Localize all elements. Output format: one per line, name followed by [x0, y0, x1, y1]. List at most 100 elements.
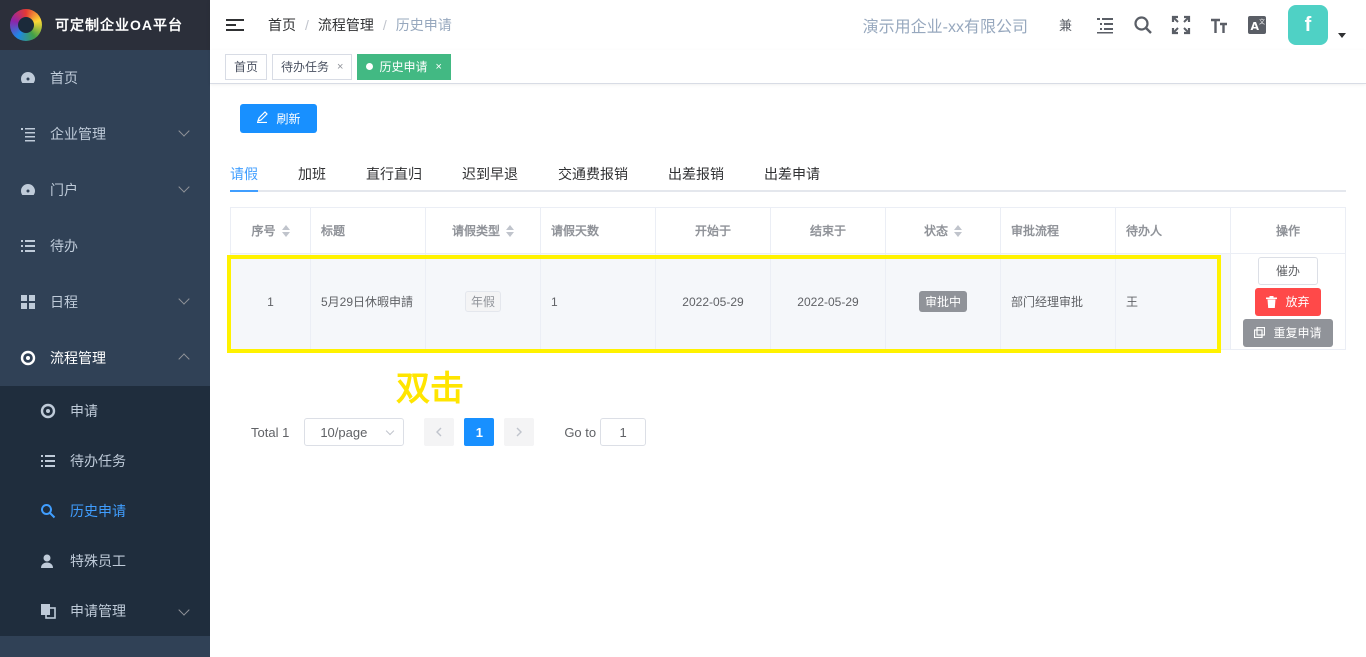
refresh-button[interactable]: 刷新: [240, 104, 317, 133]
cell-actions: 催办 放弃 重复申请: [1231, 254, 1345, 349]
company-name: 演示用企业-xx有限公司: [862, 19, 1028, 36]
hamburger-icon[interactable]: [226, 16, 244, 34]
breadcrumb-separator: /: [382, 17, 387, 33]
fullscreen-icon[interactable]: [1170, 14, 1192, 36]
chevron-down-icon: [178, 181, 190, 193]
abandon-button[interactable]: 放弃: [1255, 287, 1321, 316]
close-icon[interactable]: ×: [435, 61, 441, 73]
prev-page-button[interactable]: [424, 418, 455, 446]
app-title: 可定制企业OA平台: [55, 17, 183, 33]
tag-label: 历史申请: [379, 60, 428, 74]
tab-overtime[interactable]: 加班: [298, 164, 326, 184]
close-icon[interactable]: ×: [337, 61, 343, 73]
font-size-icon[interactable]: [1208, 14, 1230, 36]
history-table: 序号 标题 请假类型 请假天数 开始于 结束于 状态 审批流程 待办人 操作 1…: [230, 207, 1346, 350]
flow-submenu: 申请 待办任务 历史申请 特殊员工 申请管理: [0, 386, 210, 636]
sidebar-subitem-apply-management[interactable]: 申请管理: [0, 586, 210, 636]
pagination: Total 1 10/page 1 Go to 1: [251, 418, 647, 446]
tag-pending-tasks[interactable]: 待办任务 ×: [272, 53, 353, 80]
col-header[interactable]: 序号: [231, 208, 311, 254]
col-header-label: 开始于: [694, 224, 731, 238]
goto-input[interactable]: 1: [600, 418, 647, 446]
sidebar-subitem-history[interactable]: 历史申请: [0, 486, 210, 536]
sidebar-item-label: 门户: [50, 182, 78, 198]
col-header-label: 结束于: [809, 224, 846, 238]
sidebar-item-label: 流程管理: [50, 350, 106, 366]
sidebar-item-enterprise[interactable]: 企业管理: [0, 106, 210, 162]
sort-icon[interactable]: [281, 224, 290, 237]
trash-icon: [1266, 295, 1278, 308]
sidebar-item-todo[interactable]: 待办: [0, 218, 210, 274]
tag-label: 待办任务: [281, 60, 330, 74]
svg-text:文: 文: [1259, 18, 1265, 26]
page-number-button[interactable]: 1: [464, 418, 495, 446]
col-header-label: 序号: [251, 224, 276, 238]
list-icon: [20, 238, 36, 254]
flow-icon: [40, 403, 56, 419]
search-icon: [40, 503, 56, 519]
search-icon[interactable]: [1132, 14, 1154, 36]
copy-icon: [40, 603, 56, 619]
cell-index: 1: [231, 254, 311, 349]
tab-late-early[interactable]: 迟到早退: [462, 164, 518, 184]
sort-icon[interactable]: [506, 224, 514, 237]
tag-history[interactable]: 历史申请 ×: [357, 53, 451, 80]
avatar[interactable]: f: [1288, 5, 1328, 45]
dashboard-icon: [20, 70, 36, 86]
cell-status: 审批中: [886, 254, 1001, 349]
caret-down-icon[interactable]: [1338, 32, 1346, 38]
user-icon: [40, 553, 56, 569]
col-header: 请假天数: [541, 208, 656, 254]
sidebar-subitem-apply[interactable]: 申请: [0, 386, 210, 436]
breadcrumb-item-current: 历史申请: [395, 17, 452, 33]
edit-icon: [256, 111, 269, 126]
cell-type: 年假: [426, 254, 541, 349]
breadcrumb-item[interactable]: 流程管理: [318, 15, 374, 35]
page-size-value: 10/page: [320, 424, 368, 440]
cell-start: 2022-05-29: [656, 254, 771, 349]
urge-button[interactable]: 催办: [1258, 256, 1318, 285]
table-row[interactable]: 1 5月29日休暇申請 年假 1 2022-05-29 2022-05-29 审…: [231, 254, 1345, 349]
sort-icon[interactable]: [954, 224, 962, 237]
sidebar-item-schedule[interactable]: 日程: [0, 274, 210, 330]
goto-label: Go to: [564, 424, 597, 440]
tree-list-icon[interactable]: [1094, 14, 1116, 36]
tab-transport-expense[interactable]: 交通费报销: [558, 164, 628, 184]
pagination-total: Total 1: [251, 424, 290, 440]
reapply-button[interactable]: 重复申请: [1243, 318, 1333, 347]
col-header-label: 审批流程: [1011, 224, 1060, 238]
top-navbar: 首页 / 流程管理 / 历史申请 演示用企业-xx有限公司 兼 A文 f: [210, 0, 1366, 50]
col-header[interactable]: 状态: [886, 208, 1001, 254]
cell-days: 1: [541, 254, 656, 349]
sidebar-item-portal[interactable]: 门户: [0, 162, 210, 218]
cell-title: 5月29日休暇申請: [311, 254, 426, 349]
tab-trip-expense[interactable]: 出差报销: [668, 164, 724, 184]
table-header-row: 序号 标题 请假类型 请假天数 开始于 结束于 状态 审批流程 待办人 操作: [231, 208, 1345, 254]
col-header-label: 操作: [1275, 224, 1300, 238]
tab-trip-application[interactable]: 出差申请: [764, 164, 820, 184]
page-size-select[interactable]: 10/page: [304, 418, 405, 446]
breadcrumb-item[interactable]: 首页: [268, 15, 296, 35]
tag-home[interactable]: 首页: [225, 53, 268, 80]
sidebar-item-label: 日程: [50, 294, 78, 310]
tag-label: 首页: [234, 60, 259, 74]
tab-direct-go-return[interactable]: 直行直归: [366, 164, 422, 184]
sidebar-item-home[interactable]: 首页: [0, 50, 210, 106]
sidebar-subitem-label: 申请: [70, 403, 98, 419]
chevron-down-icon: [178, 604, 190, 616]
next-page-button[interactable]: [504, 418, 535, 446]
col-header: 结束于: [771, 208, 886, 254]
language-icon[interactable]: A文: [1246, 14, 1268, 36]
sidebar-item-flow[interactable]: 流程管理: [0, 330, 210, 386]
sidebar: 可定制企业OA平台 首页 企业管理 门户 待办 日程 流程管理 申请 待办任务 …: [0, 0, 210, 657]
refresh-label: 刷新: [276, 112, 301, 126]
app-logo[interactable]: 可定制企业OA平台: [0, 0, 210, 50]
col-header-label: 标题: [321, 224, 346, 238]
chevron-down-icon: [178, 293, 190, 305]
sidebar-subitem-pending-tasks[interactable]: 待办任务: [0, 436, 210, 486]
sidebar-subitem-label: 历史申请: [70, 503, 126, 519]
sidebar-subitem-special-staff[interactable]: 特殊员工: [0, 536, 210, 586]
tab-leave[interactable]: 请假: [230, 164, 258, 184]
translate-icon[interactable]: 兼: [1056, 14, 1078, 36]
col-header[interactable]: 请假类型: [426, 208, 541, 254]
